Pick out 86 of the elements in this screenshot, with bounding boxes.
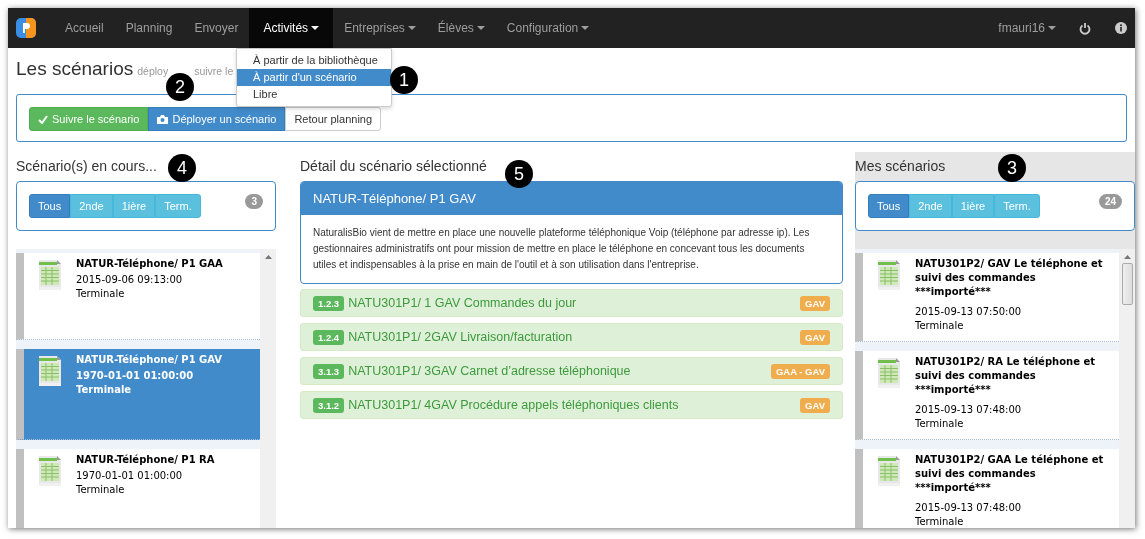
scenario-level: Terminale: [915, 418, 965, 429]
scenario-card[interactable]: NATU301P2/ GAA Le téléphone et suivi des commandes ***importé*** 2015-09-13 07:48:00 Terminale: [855, 449, 1119, 528]
power-icon[interactable]: [1079, 21, 1091, 35]
code-label: 3.1.3: [313, 363, 345, 379]
scenario-name: NATUR-Téléphone/ P1 GAA: [76, 257, 224, 271]
activity-title: NATU301P1/ 2GAV Livraison/facturation: [348, 330, 574, 344]
scenario-description: NaturalisBio vient de mettre en place une nouvelle plateforme téléphonique Voip (téléphone par adresse ip). Les gestionnaires administratifs ont pour mission de mettre en place le téléphone en concevant tous les documents utiles et indispensables à la prise en main de l'outil et à son utilisation dans l'entreprise.: [312, 226, 811, 272]
callout-number: 3: [998, 154, 1026, 182]
scrollbar[interactable]: [260, 249, 276, 528]
app-logo[interactable]: [16, 18, 36, 38]
page-subtitle: déploy: [137, 65, 169, 77]
activity-row[interactable]: 1.2.4 NATU301P1/ 2GAV Livraison/facturation GAV: [300, 323, 843, 351]
code-label: 1.2.3: [313, 295, 345, 311]
page-title: Les scénarios: [16, 58, 134, 80]
scenario-date: 2015-09-13 07:48:00: [915, 502, 1023, 513]
callout-number: 5: [505, 160, 533, 188]
camera-icon: [157, 114, 169, 124]
nav-tab[interactable]: Envoyer: [183, 8, 250, 48]
scenario-card[interactable]: NATUR-Téléphone/ P1 RA 1970-01-01 01:00:00 Terminale: [16, 449, 260, 528]
scenario-card[interactable]: NATUR-Téléphone/ P1 GAA 2015-09-06 09:13:00 Terminale: [16, 253, 260, 340]
section-title: Mes scénarios: [855, 158, 946, 174]
code-label: 3.1.2: [313, 397, 345, 413]
scenario-level: Terminale: [76, 288, 126, 299]
info-icon[interactable]: [1115, 22, 1127, 34]
scenario-date: 1970-01-01 01:00:00: [76, 470, 184, 481]
activity-row[interactable]: 3.1.3 NATU301P1/ 3GAV Carnet d’adresse téléphonique GAA - GAV: [300, 357, 843, 385]
activity-title: NATU301P1/ 3GAV Carnet d’adresse téléphonique: [348, 364, 632, 378]
spreadsheet-icon: [876, 357, 902, 389]
count-badge: 3: [245, 193, 263, 209]
scenario-date: 2015-09-13 07:48:00: [915, 404, 1023, 415]
scenario-level: Terminale: [76, 484, 126, 495]
count-badge: 24: [1098, 193, 1122, 209]
nav-tab[interactable]: Élèves: [426, 8, 496, 48]
scenario-name: NATUR-Téléphone/ P1 RA: [76, 453, 216, 467]
scenario-name: NATUR-Téléphone/ P1 GAV: [76, 353, 224, 367]
check-icon: [38, 114, 48, 124]
action-button[interactable]: Déployer un scénario: [148, 107, 286, 131]
action-button[interactable]: Retour planning: [285, 107, 382, 131]
scenario-name: NATU301P2/ GAA Le téléphone et suivi des commandes ***importé***: [915, 453, 1105, 495]
scenario-date: 2015-09-06 09:13:00: [76, 274, 184, 285]
scroll-up-icon[interactable]: [264, 255, 272, 259]
page-subtitle: suivre le: [194, 65, 234, 77]
scenario-name: NATU301P2/ RA Le téléphone et suivi des commandes ***importé***: [915, 355, 1096, 397]
scenario-level: Terminale: [76, 384, 133, 395]
spreadsheet-icon: [37, 259, 63, 291]
code-label: 1.2.4: [313, 329, 345, 345]
scenario-card[interactable]: NATU301P2/ GAV Le téléphone et suivi des commandes ***importé*** 2015-09-13 07:50:00 Terminale: [855, 253, 1119, 342]
nav-tab[interactable]: Configuration: [495, 8, 601, 48]
menu-item[interactable]: À partir de la bibliothèque: [237, 52, 391, 69]
scenario-card[interactable]: NATUR-Téléphone/ P1 GAV 1970-01-01 01:00:00 Terminale: [16, 349, 260, 440]
callout-number: 4: [168, 154, 196, 182]
nav-tab[interactable]: Planning: [114, 8, 184, 48]
spreadsheet-icon: [37, 455, 63, 487]
callout-number: 1: [390, 66, 418, 94]
scenario-level: Terminale: [915, 320, 965, 331]
panel-heading: NATUR-Téléphone/ P1 GAV: [301, 182, 842, 215]
nav-tab[interactable]: Activités: [249, 8, 334, 48]
activity-row[interactable]: 1.2.3 NATU301P1/ 1 GAV Commandes du jour GAV: [300, 289, 843, 317]
spreadsheet-icon: [876, 455, 902, 487]
activity-row[interactable]: 3.1.2 NATU301P1/ 4GAV Procédure appels téléphoniques clients GAV: [300, 391, 843, 419]
callout-number: 2: [166, 73, 194, 101]
scenario-date: 1970-01-01 01:00:00: [76, 370, 195, 381]
spreadsheet-icon: [37, 355, 63, 387]
section-title: Scénario(s) en cours...: [16, 158, 157, 174]
scenario-name: NATU301P2/ GAV Le téléphone et suivi des commandes ***importé***: [915, 257, 1104, 299]
menu-item[interactable]: À partir d'un scénario: [237, 69, 391, 86]
tag-label: GAA - GAV: [770, 363, 830, 379]
nav-tab[interactable]: Entreprises: [333, 8, 427, 48]
filter-button[interactable]: Tous: [29, 194, 71, 218]
tag-label: GAV: [800, 329, 830, 345]
spreadsheet-icon: [876, 259, 902, 291]
section-title: Détail du scénario sélectionné: [300, 158, 487, 174]
filter-button[interactable]: Tous: [868, 194, 910, 218]
scroll-thumb[interactable]: [1121, 263, 1133, 305]
scenario-card[interactable]: NATU301P2/ RA Le téléphone et suivi des commandes ***importé*** 2015-09-13 07:48:00 Terminale: [855, 351, 1119, 440]
nav-tab[interactable]: Accueil: [54, 8, 115, 48]
user-menu[interactable]: fmauri16: [987, 8, 1067, 48]
scenario-date: 2015-09-13 07:50:00: [915, 306, 1023, 317]
tag-label: GAV: [800, 397, 830, 413]
scroll-up-icon[interactable]: [1123, 255, 1131, 259]
menu-item[interactable]: Libre: [237, 86, 391, 103]
activity-title: NATU301P1/ 1 GAV Commandes du jour: [348, 296, 578, 310]
tag-label: GAV: [800, 295, 830, 311]
scrollbar[interactable]: [1119, 249, 1135, 528]
scenario-level: Terminale: [915, 516, 965, 527]
activity-title: NATU301P1/ 4GAV Procédure appels téléphoniques clients: [348, 398, 680, 412]
